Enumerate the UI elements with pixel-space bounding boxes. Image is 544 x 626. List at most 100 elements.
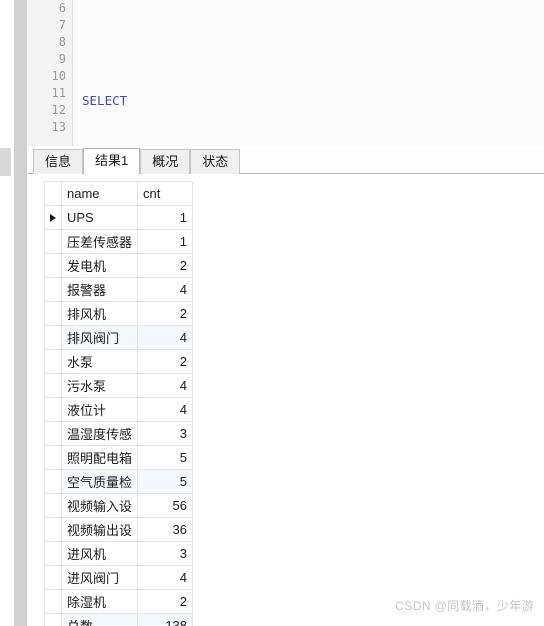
row-marker	[44, 541, 62, 566]
cell-name[interactable]: 温湿度传感	[60, 421, 139, 446]
results-panel: 信息 结果1 概况 状态 name cnt UPS 1 压差传感器 1 发电机 …	[28, 146, 544, 626]
line-number: 8	[58, 35, 66, 49]
cell-name[interactable]: 空气质量检	[60, 469, 139, 494]
tab-status[interactable]: 状态	[190, 149, 241, 174]
cell-name[interactable]: 发电机	[60, 253, 139, 278]
line-number: 10	[51, 69, 66, 83]
cell-cnt[interactable]: 2	[137, 349, 194, 374]
cell-cnt[interactable]: 138	[137, 613, 194, 626]
column-header-cnt[interactable]: cnt	[137, 181, 194, 206]
table-row[interactable]: 报警器 4	[44, 277, 194, 302]
cell-cnt[interactable]: 4	[137, 325, 194, 350]
line-number: 11	[51, 86, 66, 100]
cell-name[interactable]: 进风机	[60, 541, 139, 566]
table-row[interactable]: 排风阀门 4	[44, 325, 194, 350]
table-row[interactable]: 压差传感器 1	[44, 229, 194, 254]
row-marker	[44, 301, 62, 326]
line-number: 13	[51, 120, 66, 134]
table-row[interactable]: 发电机 2	[44, 253, 194, 278]
line-number: 6	[58, 1, 66, 15]
current-row-arrow-icon	[50, 213, 56, 222]
table-row[interactable]: 视频输入设 56	[44, 493, 194, 518]
cell-name[interactable]: UPS	[60, 205, 139, 230]
row-marker	[44, 469, 62, 494]
table-row[interactable]: 总数 138	[44, 613, 194, 626]
row-marker	[44, 253, 62, 278]
line-number: 12	[51, 103, 66, 117]
row-marker	[44, 493, 62, 518]
vertical-scrollbar-rail[interactable]	[14, 0, 27, 626]
column-header-name[interactable]: name	[60, 181, 139, 206]
table-row[interactable]: 水泵 2	[44, 349, 194, 374]
sql-code-area[interactable]: SELECT COALESCE (b.name, '总数') 'name', C…	[74, 0, 544, 146]
editor-line-number-gutter: 6 7 8 9 10 11 12 13	[28, 0, 73, 146]
result-grid: name cnt UPS 1 压差传感器 1 发电机 2 报警器 4 排风机 2…	[44, 181, 194, 626]
table-row[interactable]: 照明配电箱 5	[44, 445, 194, 470]
sql-keyword-select: SELECT	[82, 93, 128, 108]
cell-cnt[interactable]: 4	[137, 565, 194, 590]
left-margin-block	[0, 148, 11, 176]
cell-cnt[interactable]: 5	[137, 445, 194, 470]
row-marker	[44, 325, 62, 350]
cell-name[interactable]: 进风阀门	[60, 565, 139, 590]
cell-cnt[interactable]: 1	[137, 229, 194, 254]
cell-cnt[interactable]: 1	[137, 205, 194, 230]
cell-cnt[interactable]: 2	[137, 253, 194, 278]
row-marker	[44, 349, 62, 374]
row-marker	[44, 517, 62, 542]
cell-name[interactable]: 总数	[60, 613, 139, 626]
tab-profile[interactable]: 概况	[140, 149, 191, 174]
table-row[interactable]: 进风阀门 4	[44, 565, 194, 590]
table-row[interactable]: 视频输出设 36	[44, 517, 194, 542]
table-row[interactable]: 液位计 4	[44, 397, 194, 422]
watermark-text: CSDN @同载酒，少年游	[395, 599, 534, 613]
code-line-7: SELECT	[74, 92, 544, 109]
cell-cnt[interactable]: 2	[137, 301, 194, 326]
cell-name[interactable]: 水泵	[60, 349, 139, 374]
row-marker	[44, 589, 62, 614]
table-row[interactable]: 温湿度传感 3	[44, 421, 194, 446]
cell-cnt[interactable]: 4	[137, 277, 194, 302]
cell-name[interactable]: 排风阀门	[60, 325, 139, 350]
result-grid-container[interactable]: name cnt UPS 1 压差传感器 1 发电机 2 报警器 4 排风机 2…	[28, 174, 544, 626]
row-marker	[44, 397, 62, 422]
table-row[interactable]: 除湿机 2	[44, 589, 194, 614]
cell-cnt[interactable]: 3	[137, 541, 194, 566]
cell-cnt[interactable]: 2	[137, 589, 194, 614]
cell-name[interactable]: 压差传感器	[60, 229, 139, 254]
cell-cnt[interactable]: 5	[137, 469, 194, 494]
row-marker	[44, 373, 62, 398]
grid-header-row: name cnt	[44, 181, 194, 206]
tab-info[interactable]: 信息	[33, 149, 84, 174]
row-marker-header	[44, 181, 62, 206]
cell-name[interactable]: 除湿机	[60, 589, 139, 614]
row-marker	[44, 421, 62, 446]
cell-name[interactable]: 污水泵	[60, 373, 139, 398]
cell-cnt[interactable]: 3	[137, 421, 194, 446]
table-row[interactable]: 进风机 3	[44, 541, 194, 566]
results-tab-strip: 信息 结果1 概况 状态	[28, 146, 544, 174]
cell-name[interactable]: 视频输入设	[60, 493, 139, 518]
cell-cnt[interactable]: 36	[137, 517, 194, 542]
row-marker	[44, 445, 62, 470]
table-row[interactable]: 排风机 2	[44, 301, 194, 326]
cell-name[interactable]: 液位计	[60, 397, 139, 422]
cell-cnt[interactable]: 56	[137, 493, 194, 518]
line-number: 7	[58, 18, 66, 32]
line-number: 9	[58, 52, 66, 66]
table-row[interactable]: 污水泵 4	[44, 373, 194, 398]
cell-name[interactable]: 视频输出设	[60, 517, 139, 542]
table-row[interactable]: UPS 1	[44, 205, 194, 230]
cell-name[interactable]: 报警器	[60, 277, 139, 302]
cell-cnt[interactable]: 4	[137, 373, 194, 398]
row-marker	[44, 565, 62, 590]
cell-cnt[interactable]: 4	[137, 397, 194, 422]
sql-editor[interactable]: 6 7 8 9 10 11 12 13 SELECT COALESCE (b.n…	[28, 0, 544, 147]
cell-name[interactable]: 排风机	[60, 301, 139, 326]
cell-name[interactable]: 照明配电箱	[60, 445, 139, 470]
row-marker-current	[44, 205, 62, 230]
row-marker	[44, 613, 62, 626]
table-row[interactable]: 空气质量检 5	[44, 469, 194, 494]
tab-result-1[interactable]: 结果1	[83, 148, 141, 174]
